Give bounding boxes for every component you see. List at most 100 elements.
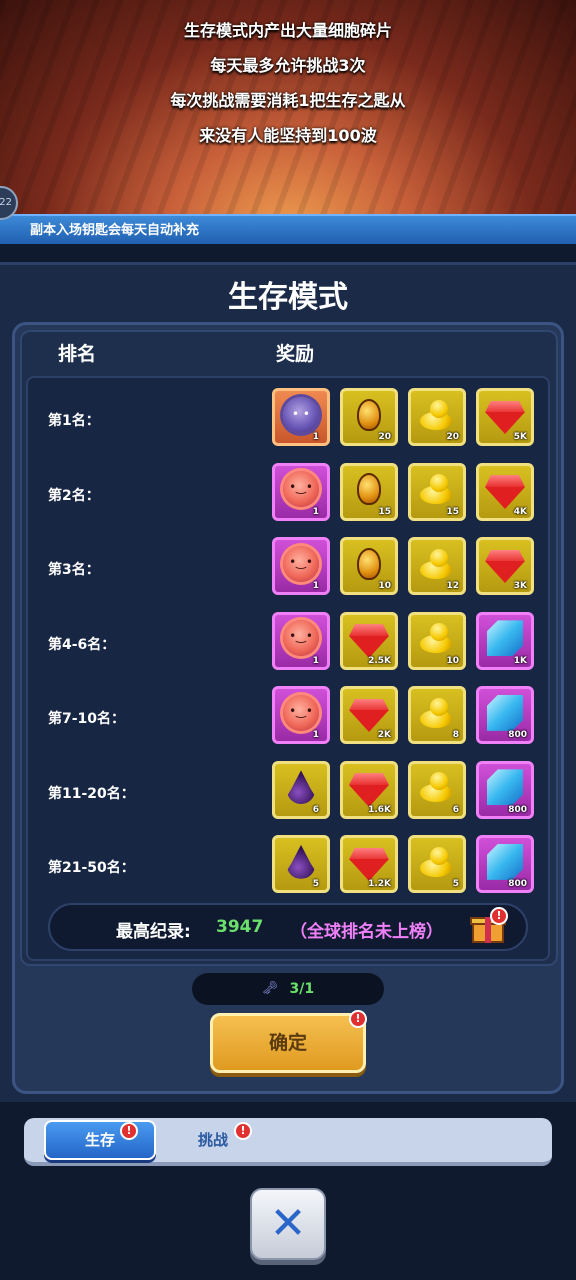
tab-challenge[interactable]: 挑战 <box>198 1129 228 1150</box>
ruby-icon <box>349 859 389 882</box>
reward-quantity: 800 <box>508 730 527 740</box>
reward-quantity: 8 <box>452 730 459 740</box>
reward-quantity: 6 <box>452 804 459 815</box>
reward-slot[interactable]: 6 <box>408 760 466 819</box>
reward-slot[interactable]: 1 <box>272 611 330 670</box>
drop-icon <box>287 844 315 879</box>
reward-quantity: 20 <box>446 432 459 442</box>
reward-row: 第2名： 1 15 15 4K <box>28 462 548 529</box>
reward-slot[interactable]: 1 <box>272 686 330 744</box>
sapphire-icon <box>487 694 523 731</box>
reward-slot[interactable]: 5 <box>408 835 466 893</box>
duck-icon <box>420 846 454 877</box>
reward-quantity: 10 <box>446 655 459 666</box>
alert-icon: ! <box>490 907 508 925</box>
duck-icon <box>420 772 454 803</box>
duck-icon <box>420 399 454 430</box>
key-counter: 🗝 3/1 <box>192 973 384 1005</box>
banner-line: 每天最多允许挑战3次 <box>210 56 366 75</box>
alert-icon: ! <box>349 1010 367 1028</box>
reward-slot[interactable]: 2.5K <box>340 611 398 670</box>
banner-line: 每次挑战需要消耗1把生存之匙从 <box>170 91 406 110</box>
ruby-facet <box>485 400 525 413</box>
reward-quantity: 4K <box>513 506 527 517</box>
ruby-icon <box>485 412 525 435</box>
record-label: 最高纪录: <box>116 922 191 942</box>
ruby-facet <box>349 624 389 637</box>
ruby-icon <box>485 486 525 509</box>
reward-quantity: 12 <box>446 581 459 591</box>
sapphire-icon <box>487 769 523 806</box>
rank-label: 第21-50名： <box>48 860 135 876</box>
rank-label: 第2名： <box>48 487 100 504</box>
rank-label: 第4-6名： <box>48 636 116 653</box>
panel-title: 生存模式 <box>228 280 348 315</box>
rank-label: 第1名： <box>48 413 100 429</box>
reward-quantity: 1 <box>312 730 319 740</box>
duck-icon <box>420 548 454 579</box>
close-button[interactable]: ✕ <box>250 1188 326 1260</box>
sapphire-icon <box>487 843 523 880</box>
reward-quantity: 15 <box>446 506 459 517</box>
duck-icon <box>420 474 454 505</box>
duck-icon <box>420 623 454 654</box>
sapphire-icon <box>487 620 523 657</box>
banner-line: 生存模式内产出大量细胞碎片 <box>183 21 392 40</box>
tab-survival[interactable]: 生存 <box>44 1120 156 1160</box>
reward-slot[interactable]: 5 <box>272 835 330 893</box>
confirm-button[interactable]: 确定 <box>210 1013 366 1073</box>
header-reward: 奖励 <box>276 343 315 365</box>
reward-slot[interactable]: 20 <box>408 388 466 446</box>
reward-slot[interactable]: 1K <box>476 611 534 670</box>
record-value: 3947 <box>216 917 264 937</box>
reward-slot[interactable]: 20 <box>340 388 398 446</box>
reward-quantity: 1 <box>312 432 319 442</box>
reward-slot[interactable]: 10 <box>408 611 466 670</box>
reward-row: 第4-6名： 1 2.5K 10 1K <box>28 611 548 678</box>
reward-slot[interactable]: 1 <box>272 537 330 595</box>
germ-icon <box>283 471 319 508</box>
reward-quantity: 800 <box>508 879 527 889</box>
reward-slot[interactable]: 5K <box>476 388 534 446</box>
reward-slot[interactable]: 3K <box>476 537 534 595</box>
reward-row: 第11-20名： 6 1.6K 6 800 <box>28 760 548 827</box>
reward-row: 第21-50名： 5 1.2K 5 800 <box>28 835 548 901</box>
key-count: 3/1 <box>289 981 315 997</box>
reward-slot[interactable]: 10 <box>340 537 398 595</box>
reward-slot[interactable]: 1 <box>272 388 330 446</box>
reward-quantity: 1 <box>312 506 319 517</box>
reward-slot[interactable]: 15 <box>340 462 398 521</box>
reward-row: 第3名： 1 10 12 3K <box>28 537 548 603</box>
ruby-icon <box>485 561 525 584</box>
reward-slot[interactable]: 1 <box>272 462 330 521</box>
germ-icon <box>283 545 319 582</box>
reward-quantity: 1 <box>312 655 319 666</box>
ruby-facet <box>349 847 389 860</box>
reward-slot[interactable]: 1.6K <box>340 760 398 819</box>
screen: 生存模式内产出大量细胞碎片 每天最多允许挑战3次 每次挑战需要消耗1把生存之匙从… <box>0 0 576 1280</box>
reward-quantity: 6 <box>312 804 319 815</box>
reward-quantity: 3K <box>513 581 527 591</box>
reward-slot[interactable]: 15 <box>408 462 466 521</box>
reward-slot[interactable]: 800 <box>476 760 534 819</box>
virus-icon <box>283 396 319 433</box>
reward-quantity: 10 <box>378 581 391 591</box>
reward-slot[interactable]: 1.2K <box>340 835 398 893</box>
ruby-facet <box>485 475 525 488</box>
germ-icon <box>283 620 319 657</box>
reward-slot[interactable]: 12 <box>408 537 466 595</box>
ruby-facet <box>349 698 389 711</box>
reward-slot[interactable]: 8 <box>408 686 466 744</box>
reward-slot[interactable]: 4K <box>476 462 534 521</box>
reward-slot[interactable]: 6 <box>272 760 330 819</box>
reward-row: 第7-10名： 1 2K 8 800 <box>28 686 548 752</box>
global-rank-status: （全球排名未上榜） <box>290 922 443 942</box>
gift-icon[interactable]: ! <box>470 907 508 943</box>
reward-quantity: 5K <box>513 432 527 442</box>
reward-slot[interactable]: 800 <box>476 835 534 893</box>
reward-slot[interactable]: 800 <box>476 686 534 744</box>
reward-quantity: 5 <box>312 879 319 889</box>
banner-text: 生存模式内产出大量细胞碎片 每天最多允许挑战3次 每次挑战需要消耗1把生存之匙从… <box>0 16 576 156</box>
ruby-icon <box>349 784 389 807</box>
reward-slot[interactable]: 2K <box>340 686 398 744</box>
